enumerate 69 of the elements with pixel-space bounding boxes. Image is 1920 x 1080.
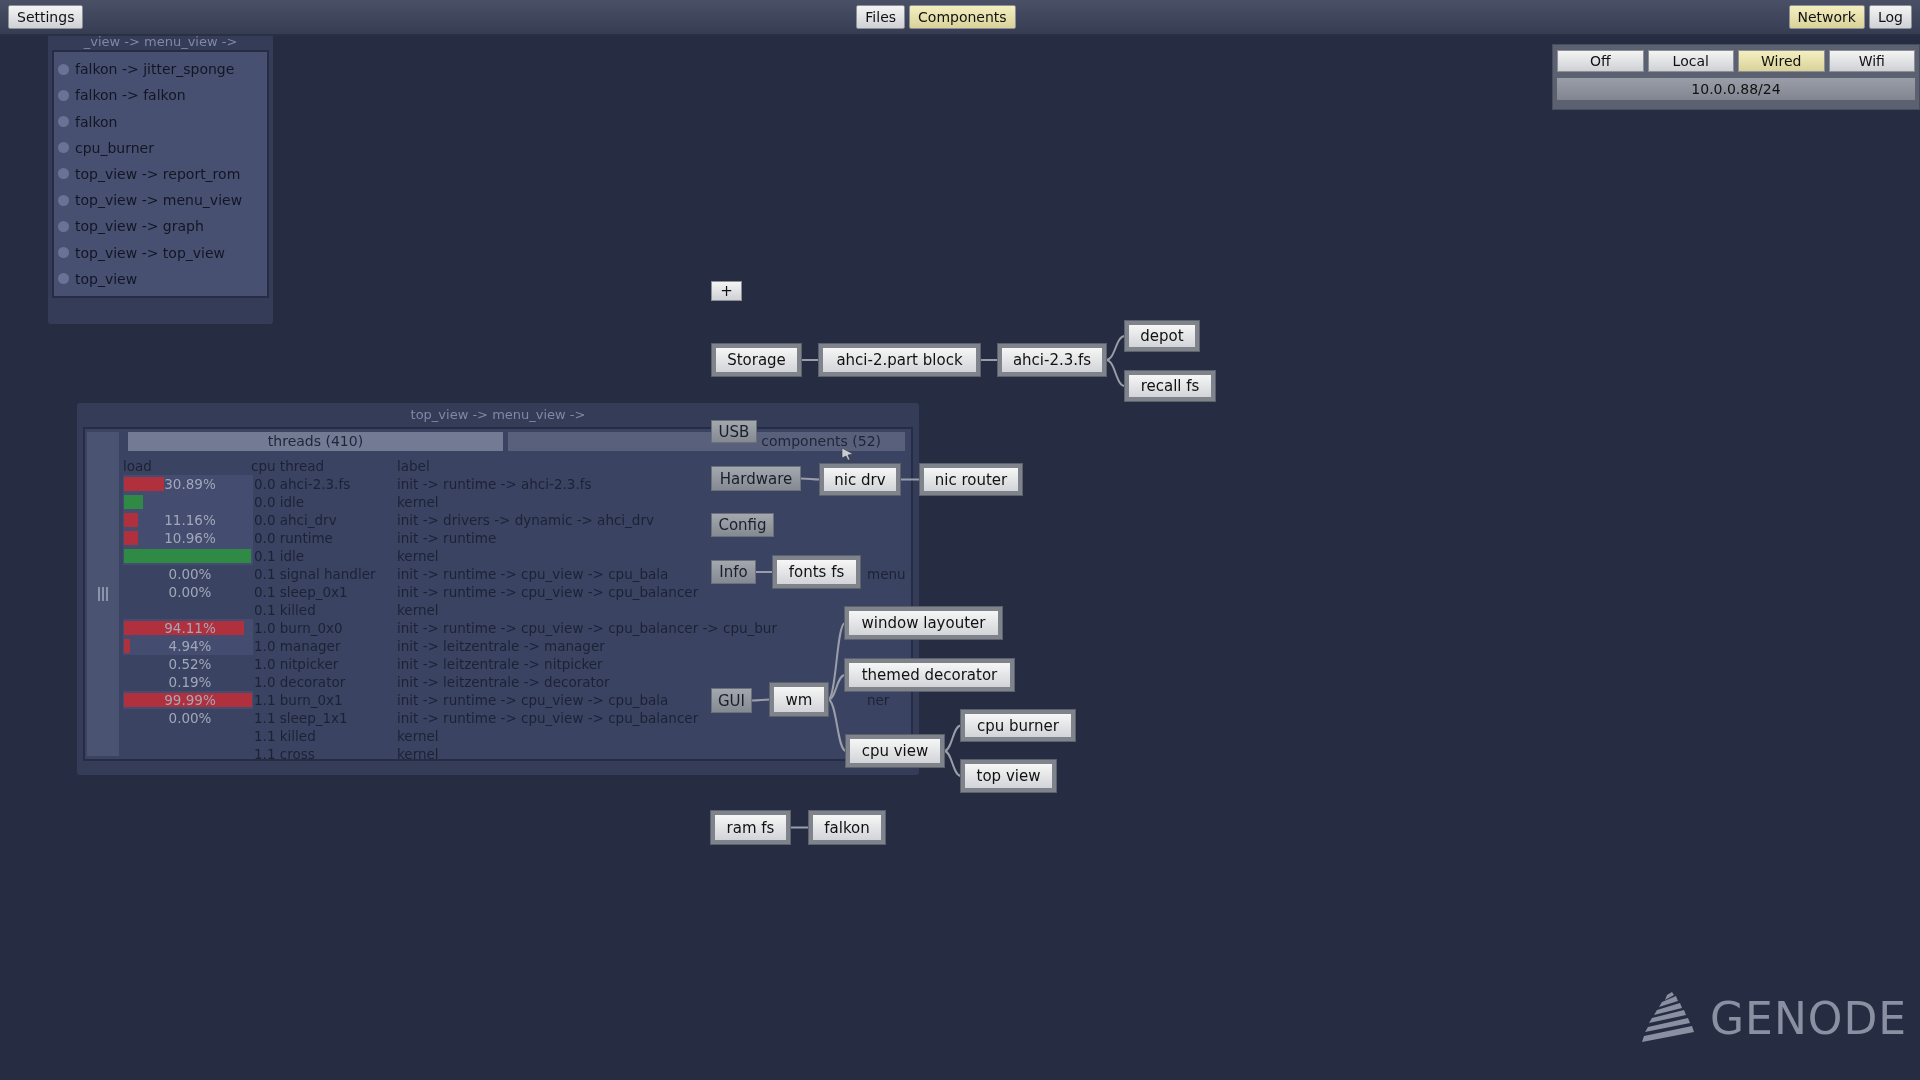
ip-address: 10.0.0.88/24 (1557, 78, 1915, 100)
load-value: 11.16% (163, 511, 217, 529)
radio-icon (58, 63, 69, 75)
load-value: 0.52% (167, 655, 213, 673)
connector-line (800, 477, 821, 481)
network-mode-button[interactable]: Local (1647, 50, 1734, 72)
toolbar-button[interactable]: Settings (8, 5, 84, 29)
connector-line (899, 478, 921, 481)
network-mode-button[interactable]: Wifi (1828, 50, 1915, 72)
logo-text: GENODE (1710, 992, 1908, 1044)
load-value: 30.89% (163, 475, 217, 493)
load-value: 99.99% (163, 691, 217, 709)
graph-node[interactable]: cpu burner (961, 710, 1075, 741)
radio-icon (58, 116, 69, 128)
connector-line (789, 826, 810, 829)
connector-line (755, 571, 774, 573)
radio-icon (58, 220, 69, 232)
graph-node[interactable]: Hardware (711, 466, 801, 491)
window-title: _view -> menu_view -> (82, 34, 239, 50)
graph-node[interactable]: themed decorator (845, 659, 1014, 691)
graph-node[interactable]: window layouter (845, 607, 1002, 639)
load-value: 4.94% (167, 637, 213, 655)
network-mode-button[interactable]: Off (1557, 50, 1644, 72)
window-title: top_view -> menu_view -> (409, 406, 587, 424)
network-mode-button[interactable]: Wired (1738, 50, 1825, 72)
radio-icon (58, 247, 69, 259)
sidebar-handle[interactable] (87, 432, 119, 756)
toolbar-button[interactable]: Files (856, 5, 906, 29)
cursor-icon (841, 447, 855, 461)
load-value: 10.96% (163, 529, 217, 547)
load-value: 0.00% (167, 709, 213, 727)
graph-node[interactable]: ram fs (711, 811, 790, 844)
connector-line (943, 750, 962, 777)
graph-node[interactable]: ahci-2.3.fs (998, 344, 1106, 376)
toolbar-button[interactable]: Network (1788, 5, 1865, 29)
radio-icon (58, 142, 69, 154)
graph-node[interactable]: USB (711, 420, 757, 443)
radio-icon (58, 194, 69, 206)
load-value: 0.19% (167, 673, 213, 691)
graph-node[interactable]: Info (711, 560, 756, 584)
graph-node[interactable]: nic drv (820, 464, 900, 495)
connector-line (1105, 335, 1126, 361)
connector-line (751, 698, 771, 702)
graph-node[interactable]: Storage (712, 344, 801, 376)
load-value: 0.00% (167, 565, 213, 583)
graph-node[interactable]: recall fs (1125, 371, 1215, 401)
tab[interactable]: threads (410) (128, 432, 503, 451)
logo-icon (1640, 992, 1696, 1044)
toolbar-button[interactable]: Log (1869, 5, 1912, 29)
toolbar-button[interactable]: Components (909, 5, 1016, 29)
radio-icon (58, 89, 69, 101)
connector-line (943, 724, 962, 752)
graph-node[interactable]: fonts fs (773, 556, 860, 588)
load-value: 94.11% (163, 619, 217, 637)
graph-node[interactable]: wm (770, 683, 828, 716)
graph-node[interactable]: ahci-2.part block (819, 344, 980, 376)
handle-icon (97, 587, 109, 601)
graph-node[interactable]: Config (711, 513, 774, 537)
graph-node[interactable]: top view (961, 760, 1056, 792)
graph-node[interactable]: nic router (920, 464, 1022, 495)
radio-icon (58, 273, 69, 285)
add-button[interactable]: + (711, 281, 742, 301)
graph-node[interactable]: cpu view (846, 735, 944, 767)
graph-node[interactable]: depot (1125, 321, 1199, 351)
graph-node[interactable]: falkon (809, 811, 885, 844)
load-value: 0.00% (167, 583, 213, 601)
graph-node[interactable]: GUI (711, 688, 752, 713)
radio-icon (58, 168, 69, 180)
connector-line (1105, 359, 1126, 387)
